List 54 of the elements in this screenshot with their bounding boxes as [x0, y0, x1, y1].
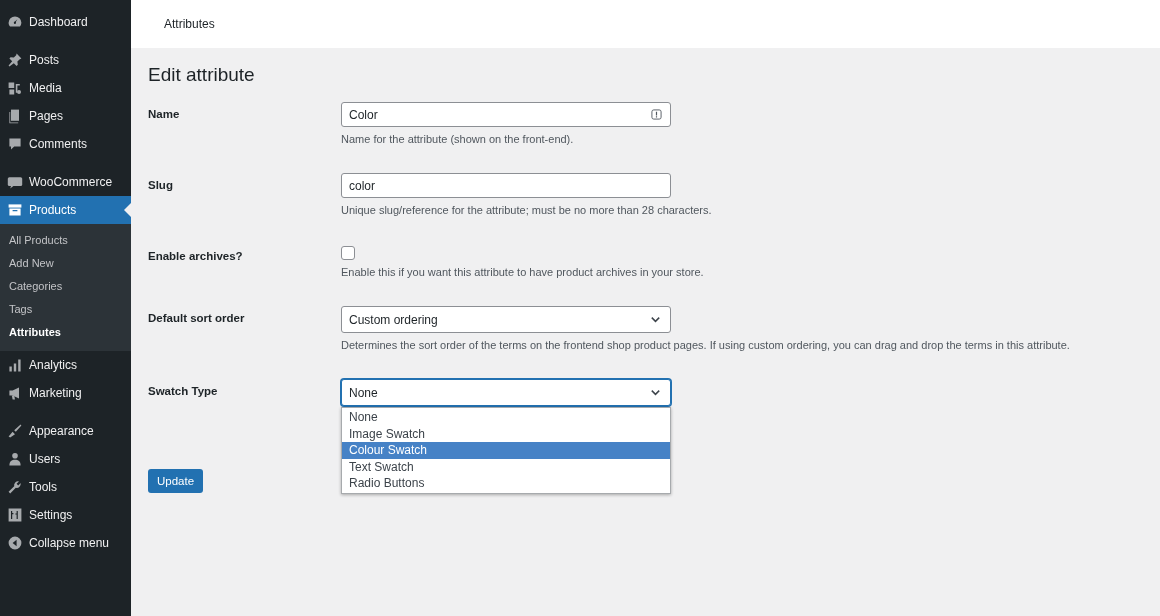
field-description: Unique slug/reference for the attribute; must be no more than 28 characters. [341, 204, 712, 216]
field-label: Enable archives? [148, 249, 244, 262]
menu-item[interactable]: Dashboard [0, 8, 131, 36]
dashboard-icon [7, 14, 23, 30]
checkbox[interactable] [341, 246, 355, 260]
field-label: Default sort order [148, 311, 246, 324]
menu-item[interactable]: Products [0, 196, 131, 224]
field-description: Name for the attribute (shown on the front-end). [341, 133, 574, 145]
wrench-icon [7, 479, 23, 495]
pushpin-icon [7, 52, 23, 68]
dropdown-option[interactable]: Radio Buttons [342, 475, 670, 492]
select-field[interactable]: Custom ordering [341, 306, 671, 333]
update-button[interactable]: Update [148, 469, 204, 493]
menu-item[interactable]: Pages [0, 102, 131, 130]
menu-item[interactable]: Posts [0, 46, 131, 74]
menu-item[interactable]: Marketing [0, 379, 131, 407]
user-icon [7, 451, 23, 467]
submenu-item[interactable]: Add New [0, 253, 131, 276]
submenu-item[interactable]: Attributes [0, 322, 131, 345]
field-label: Name [148, 107, 181, 120]
dropdown-option[interactable]: Colour Swatch [342, 442, 670, 459]
submenu-item[interactable]: Categories [0, 276, 131, 299]
field-description: Determines the sort order of the terms on the frontend shop product pages. If using custom ordering, you can drag and drop the terms in this attribute. [341, 339, 1070, 351]
store-badge-icon [7, 174, 23, 190]
dropdown-option[interactable]: Text Swatch [342, 458, 670, 475]
archive-box-icon [7, 202, 23, 218]
submenu-item[interactable]: Tags [0, 299, 131, 322]
text-field[interactable]: color [341, 173, 671, 198]
info-badge-icon [651, 109, 662, 120]
menu-item[interactable]: Settings [0, 501, 131, 529]
text-field[interactable]: Color [341, 102, 671, 127]
menu-item[interactable]: Analytics [0, 351, 131, 379]
menu-item[interactable]: Users [0, 445, 131, 473]
dropdown-option[interactable]: None [342, 409, 670, 426]
field-description: Enable this if you want this attribute to have product archives in your store. [341, 266, 704, 278]
media-icon [7, 80, 23, 96]
page-title: Attributes [164, 17, 215, 31]
bar-chart-icon [7, 357, 23, 373]
field-label: Slug [148, 178, 174, 191]
submenu-item[interactable]: All Products [0, 230, 131, 253]
menu-item[interactable]: Tools [0, 473, 131, 501]
dropdown-option[interactable]: Image Swatch [342, 425, 670, 442]
menu-item[interactable]: Media [0, 74, 131, 102]
paintbrush-icon [7, 423, 23, 439]
sliders-icon [7, 507, 23, 523]
menu-item[interactable]: Comments [0, 130, 131, 158]
collapse-arrow-icon [7, 535, 23, 551]
menu-item[interactable]: Appearance [0, 417, 131, 445]
field-label: Swatch Type [148, 384, 219, 397]
menu-item[interactable]: Collapse menu [0, 529, 131, 557]
select-field[interactable]: None [341, 379, 671, 406]
page-heading: Edit attribute [148, 64, 256, 86]
menu-item[interactable]: WooCommerce [0, 168, 131, 196]
speech-bubble-icon [7, 136, 23, 152]
